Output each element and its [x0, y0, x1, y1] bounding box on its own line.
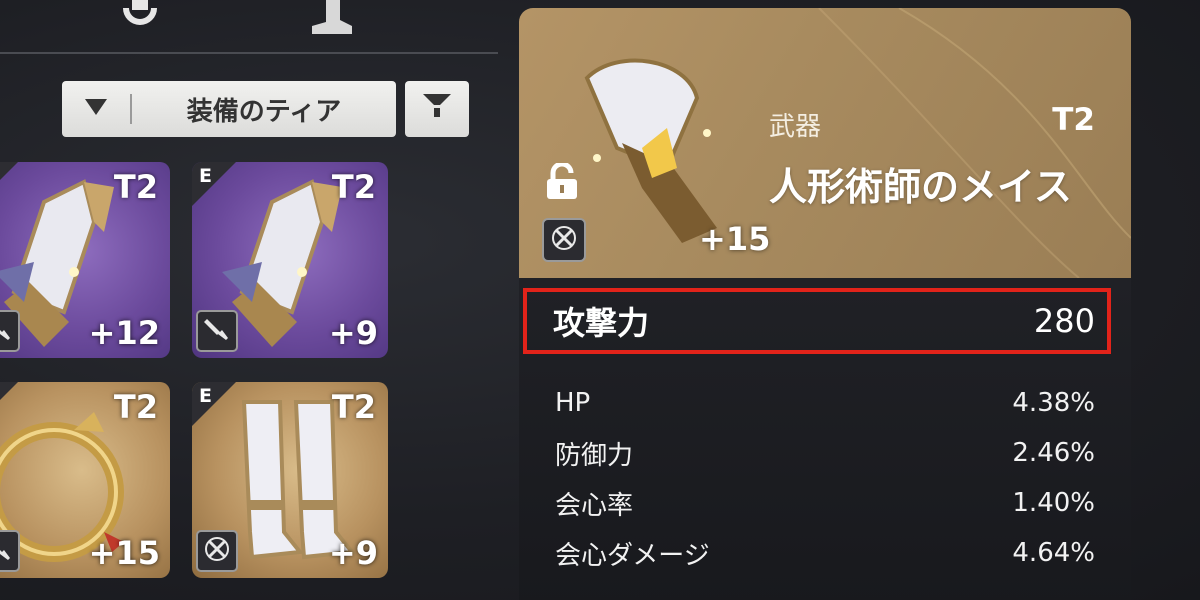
skill-badge [0, 310, 20, 352]
upgrade-level: +15 [88, 534, 160, 572]
tier-label: T2 [113, 388, 158, 426]
boots-category-icon[interactable] [306, 0, 356, 40]
sub-stat-row: 会心ダメージ 4.64% [555, 528, 1095, 578]
item-card[interactable]: E T2 +12 [0, 162, 170, 358]
tier-label: T2 [113, 168, 158, 206]
sword-icon [0, 536, 12, 566]
sub-stat-row: HP 4.38% [555, 378, 1095, 428]
crossed-weapons-icon [203, 535, 231, 567]
triangle-down-icon [85, 99, 107, 119]
sub-stat-name: HP [555, 388, 591, 418]
skill-badge [196, 530, 238, 572]
detail-header: +15 武器 T2 人形術師のメイス [519, 8, 1131, 278]
item-card[interactable]: E T2 +9 [192, 382, 388, 578]
sub-stat-name: 会心ダメージ [555, 540, 710, 571]
upgrade-level: +12 [88, 314, 160, 352]
sort-label: 装備のティア [186, 96, 342, 127]
sort-dropdown[interactable]: 装備のティア [62, 81, 396, 137]
sort-order-toggle[interactable] [62, 99, 130, 119]
tier-label: T2 [331, 388, 376, 426]
ring-category-icon[interactable] [118, 0, 162, 40]
sub-stat-row: 会心率 1.40% [555, 478, 1095, 528]
sub-stat-name: 防御力 [555, 440, 634, 471]
mace-art [584, 58, 717, 243]
sub-stats-list: HP 4.38% 防御力 2.46% 会心率 1.40% 会心ダメージ 4.64… [555, 378, 1095, 578]
unlock-icon[interactable] [545, 161, 579, 205]
sword-icon [0, 316, 12, 346]
filter-icon [423, 94, 451, 124]
filter-button[interactable] [405, 81, 469, 137]
upgrade-level: +15 [699, 220, 771, 258]
item-type-label: 武器 [769, 112, 822, 142]
skill-badge [0, 530, 20, 572]
skill-badge [542, 218, 586, 262]
item-tier-label: T2 [1052, 102, 1095, 138]
sub-stat-value: 4.64% [1012, 538, 1095, 568]
tier-label: T2 [331, 168, 376, 206]
skill-badge [196, 310, 238, 352]
upgrade-level: +9 [328, 534, 378, 572]
crossed-weapons-icon [550, 224, 578, 256]
section-divider [0, 52, 498, 54]
main-stat-value: 280 [1033, 302, 1095, 340]
item-card[interactable]: E T2 +15 [0, 382, 170, 578]
sub-stat-value: 2.46% [1012, 438, 1095, 468]
main-stat-row: 攻撃力 280 [523, 288, 1111, 354]
main-stat-name: 攻撃力 [553, 304, 650, 342]
upgrade-level: +9 [328, 314, 378, 352]
item-name: 人形術師のメイス [769, 165, 1072, 209]
sword-icon [204, 316, 230, 346]
sub-stat-name: 会心率 [555, 490, 634, 521]
item-card[interactable]: E T2 +9 [192, 162, 388, 358]
sub-stat-row: 防御力 2.46% [555, 428, 1095, 478]
sub-stat-value: 1.40% [1012, 488, 1095, 518]
sub-stat-value: 4.38% [1012, 388, 1095, 418]
